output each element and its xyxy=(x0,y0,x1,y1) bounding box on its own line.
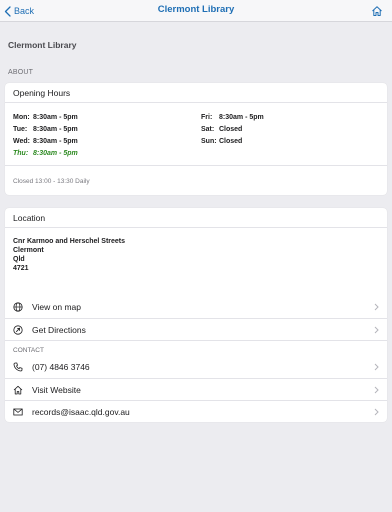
nav-title: Clermont Library xyxy=(157,4,235,15)
day-hours: 8:30am - 5pm xyxy=(33,114,78,121)
view-on-map-label: View on map xyxy=(32,302,81,312)
day-label: Thu: xyxy=(13,150,29,157)
opening-hours-card: Opening Hours Mon: 8:30am - 5pm Tue: 8:3… xyxy=(5,83,387,195)
day-hours: 8:30am - 5pm xyxy=(33,126,78,133)
home-button[interactable] xyxy=(371,4,383,16)
hours-row-wed: Wed: 8:30am - 5pm xyxy=(13,138,78,145)
day-label: Sat: xyxy=(201,126,215,133)
view-on-map-row[interactable]: View on map xyxy=(5,296,387,318)
address-line: Cnr Karmoo and Herschel Streets xyxy=(13,238,126,245)
hours-table: Mon: 8:30am - 5pm Tue: 8:30am - 5pm Wed:… xyxy=(5,103,387,165)
email-address: records@isaac.qld.gov.au xyxy=(32,406,130,417)
day-label: Mon: xyxy=(13,114,30,121)
chevron-right-icon xyxy=(374,326,379,334)
directions-icon xyxy=(13,324,23,335)
day-hours: 8:30am - 5pm xyxy=(33,150,78,157)
hours-row-sun: Sun: Closed xyxy=(201,138,242,145)
globe-icon xyxy=(13,302,23,312)
hours-row-tue: Tue: 8:30am - 5pm xyxy=(13,126,78,133)
address-line: Clermont xyxy=(13,247,44,254)
phone-number: (07) 4846 3746 xyxy=(32,362,90,372)
about-section-header: ABOUT xyxy=(8,69,34,76)
day-label: Tue: xyxy=(13,126,28,133)
day-label: Fri: xyxy=(201,114,213,121)
navigation-bar: Back Clermont Library xyxy=(0,0,392,22)
location-title: Location xyxy=(5,208,387,228)
chevron-right-icon xyxy=(374,363,379,371)
day-hours: 8:30am - 5pm xyxy=(33,138,78,145)
hours-row-sat: Sat: Closed xyxy=(201,126,242,133)
visit-website-label: Visit Website xyxy=(32,384,81,395)
day-hours: Closed xyxy=(219,126,243,133)
closed-note: Closed 13:00 - 13:30 Daily xyxy=(5,165,387,195)
phone-icon xyxy=(13,362,23,372)
hours-row-fri: Fri: 8:30am - 5pm xyxy=(201,114,264,121)
address-line: 4721 xyxy=(13,265,29,272)
day-hours: 8:30am - 5pm xyxy=(219,114,264,121)
chevron-right-icon xyxy=(374,386,379,394)
visit-website-row[interactable]: Visit Website xyxy=(5,378,387,400)
hours-row-mon: Mon: 8:30am - 5pm xyxy=(13,114,78,121)
contact-section-header: CONTACT xyxy=(5,340,387,356)
chevron-right-icon xyxy=(374,303,379,311)
phone-row[interactable]: (07) 4846 3746 xyxy=(5,356,387,378)
hours-row-thu-today: Thu: 8:30am - 5pm xyxy=(13,150,78,157)
day-label: Wed: xyxy=(13,138,30,145)
email-row[interactable]: records@isaac.qld.gov.au xyxy=(5,400,387,422)
get-directions-row[interactable]: Get Directions xyxy=(5,318,387,340)
home-icon xyxy=(372,6,382,16)
home-icon xyxy=(13,385,23,395)
opening-hours-title: Opening Hours xyxy=(5,83,387,103)
page-title: Clermont Library xyxy=(8,40,77,50)
location-card: Location Cnr Karmoo and Herschel Streets… xyxy=(5,208,387,422)
chevron-right-icon xyxy=(374,408,379,416)
day-label: Sun: xyxy=(201,138,217,145)
get-directions-label: Get Directions xyxy=(32,324,86,335)
mail-icon xyxy=(13,407,23,417)
address-line: Qld xyxy=(13,256,25,263)
day-hours: Closed xyxy=(219,138,243,145)
address: Cnr Karmoo and Herschel Streets Clermont… xyxy=(5,228,387,296)
